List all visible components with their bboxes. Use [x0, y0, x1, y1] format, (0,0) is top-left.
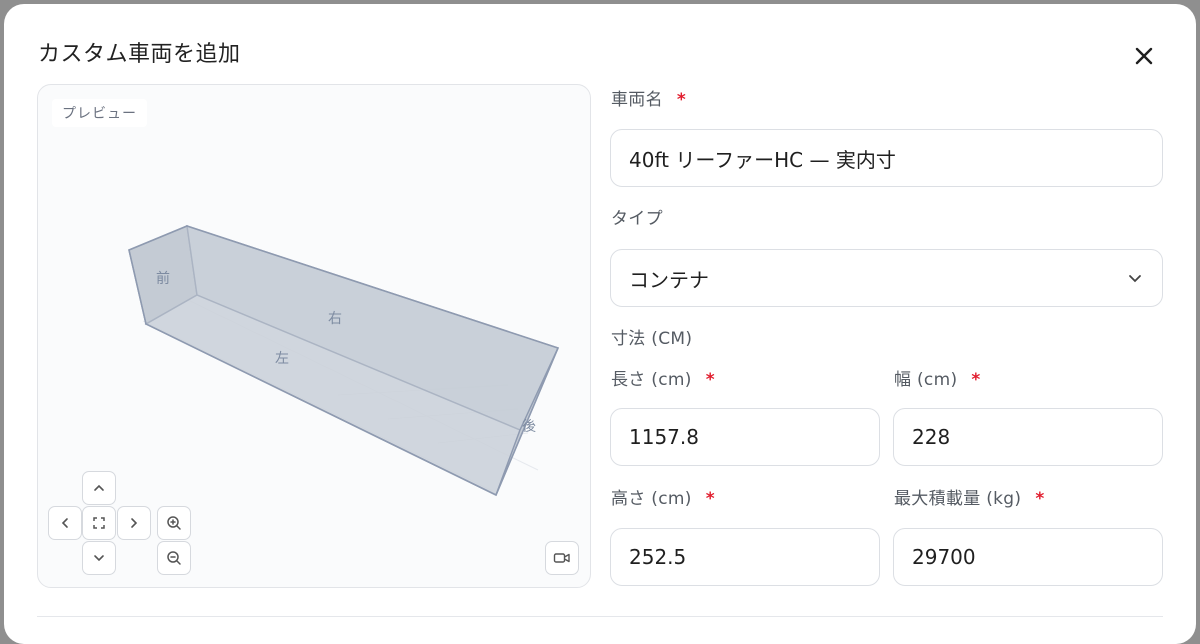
dialog-title: カスタム車両を追加: [38, 42, 241, 67]
preview-label: プレビュー: [52, 99, 147, 127]
chevron-down-icon: [1129, 275, 1141, 283]
zoom-out-button[interactable]: [157, 541, 191, 575]
required-mark: *: [705, 489, 715, 509]
width-input[interactable]: 228: [893, 408, 1163, 466]
chevron-left-icon: [61, 518, 68, 528]
required-mark: *: [1035, 489, 1045, 509]
zoom-in-button[interactable]: [157, 506, 191, 540]
right-face-label: 右: [328, 311, 342, 327]
left-face-label: 左: [275, 351, 289, 367]
vehicle-preview-panel[interactable]: 前 右 左 後 プレビュー: [37, 84, 591, 588]
height-label: 高さ (cm) *: [611, 489, 715, 509]
vehicle-name-label: 車両名 *: [611, 90, 687, 110]
close-button[interactable]: [1128, 40, 1160, 72]
length-input[interactable]: 1157.8: [610, 408, 880, 466]
pan-right-button[interactable]: [117, 506, 151, 540]
zoom-out-icon: [167, 551, 181, 565]
height-input[interactable]: 252.5: [610, 528, 880, 586]
width-label: 幅 (cm) *: [894, 370, 981, 390]
type-label: タイプ: [611, 209, 663, 229]
chevron-down-icon: [94, 555, 104, 562]
chevron-up-icon: [94, 484, 104, 491]
type-select[interactable]: コンテナ: [610, 249, 1163, 307]
close-icon: [1135, 47, 1153, 65]
type-select-value: コンテナ: [629, 267, 709, 292]
max-load-label: 最大積載量 (kg) *: [894, 489, 1045, 509]
chevron-right-icon: [131, 518, 138, 528]
required-mark: *: [971, 370, 981, 390]
pan-up-button[interactable]: [82, 471, 116, 505]
required-mark: *: [676, 90, 687, 110]
reset-view-button[interactable]: [82, 506, 116, 540]
footer-divider: [37, 616, 1163, 617]
pan-left-button[interactable]: [48, 506, 82, 540]
add-custom-vehicle-dialog: カスタム車両を追加 前 右 左 後 プレビュー 車両名 * 40ft リーファー…: [4, 4, 1196, 644]
required-mark: *: [705, 370, 715, 390]
fit-view-icon: [93, 517, 105, 529]
vehicle-name-input[interactable]: 40ft リーファーHC — 実内寸: [610, 129, 1163, 187]
zoom-in-icon: [167, 516, 181, 530]
dimensions-section-label: 寸法 (CM): [611, 329, 693, 349]
camera-button[interactable]: [545, 541, 579, 575]
pan-down-button[interactable]: [82, 541, 116, 575]
front-face-label: 前: [156, 270, 170, 287]
max-load-input[interactable]: 29700: [893, 528, 1163, 586]
back-face-label: 後: [522, 419, 536, 435]
length-label: 長さ (cm) *: [611, 370, 715, 390]
camera-icon: [553, 553, 570, 563]
